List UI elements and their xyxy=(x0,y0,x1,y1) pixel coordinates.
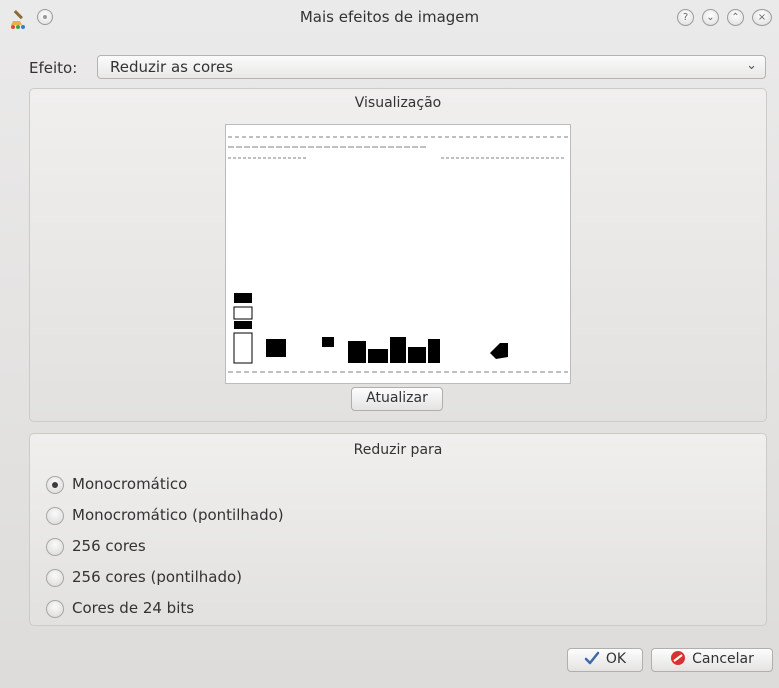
radio-button[interactable] xyxy=(46,600,64,618)
radio-button[interactable] xyxy=(46,538,64,556)
checkmark-icon xyxy=(584,651,600,665)
radio-label[interactable]: Monocromático xyxy=(72,475,187,493)
cancel-button[interactable]: Cancelar xyxy=(651,648,773,672)
reduce-group-title: Reduzir para xyxy=(353,442,443,458)
cancel-icon xyxy=(671,651,686,665)
effect-combobox[interactable]: Reduzir as cores ⌄ xyxy=(97,55,766,79)
effect-label: Efeito: xyxy=(29,59,78,77)
dialog-window: Mais efeitos de imagem ? ⌄ ⌃ × Efeito: R… xyxy=(0,0,779,688)
ok-button[interactable]: OK xyxy=(567,648,643,672)
reduce-group: Reduzir para xyxy=(29,433,767,626)
radio-label[interactable]: 256 cores xyxy=(72,537,146,555)
window-title: Mais efeitos de imagem xyxy=(299,8,480,26)
close-button[interactable]: × xyxy=(752,9,772,26)
ok-button-label: OK xyxy=(605,651,627,667)
cancel-button-label: Cancelar xyxy=(692,651,754,667)
minimize-button[interactable]: ⌄ xyxy=(702,9,719,26)
radio-label[interactable]: Cores de 24 bits xyxy=(72,599,194,617)
help-button[interactable]: ? xyxy=(677,9,694,26)
preview-group-title: Visualização xyxy=(354,95,442,111)
preview-thumbnail xyxy=(226,125,570,383)
maximize-button[interactable]: ⌃ xyxy=(727,9,744,26)
radio-button[interactable] xyxy=(46,569,64,587)
effect-row: Efeito: Reduzir as cores ⌄ xyxy=(0,54,779,82)
radio-button[interactable] xyxy=(46,507,64,525)
effect-combobox-value: Reduzir as cores xyxy=(110,58,234,76)
preview-image xyxy=(225,124,571,384)
radio-button[interactable] xyxy=(46,476,64,494)
title-bar[interactable]: Mais efeitos de imagem ? ⌄ ⌃ × xyxy=(0,0,779,36)
radio-label[interactable]: 256 cores (pontilhado) xyxy=(72,568,242,586)
radio-label[interactable]: Monocromático (pontilhado) xyxy=(72,506,284,524)
update-button[interactable]: Atualizar xyxy=(351,387,443,411)
chevron-down-icon[interactable]: ⌄ xyxy=(746,58,757,73)
